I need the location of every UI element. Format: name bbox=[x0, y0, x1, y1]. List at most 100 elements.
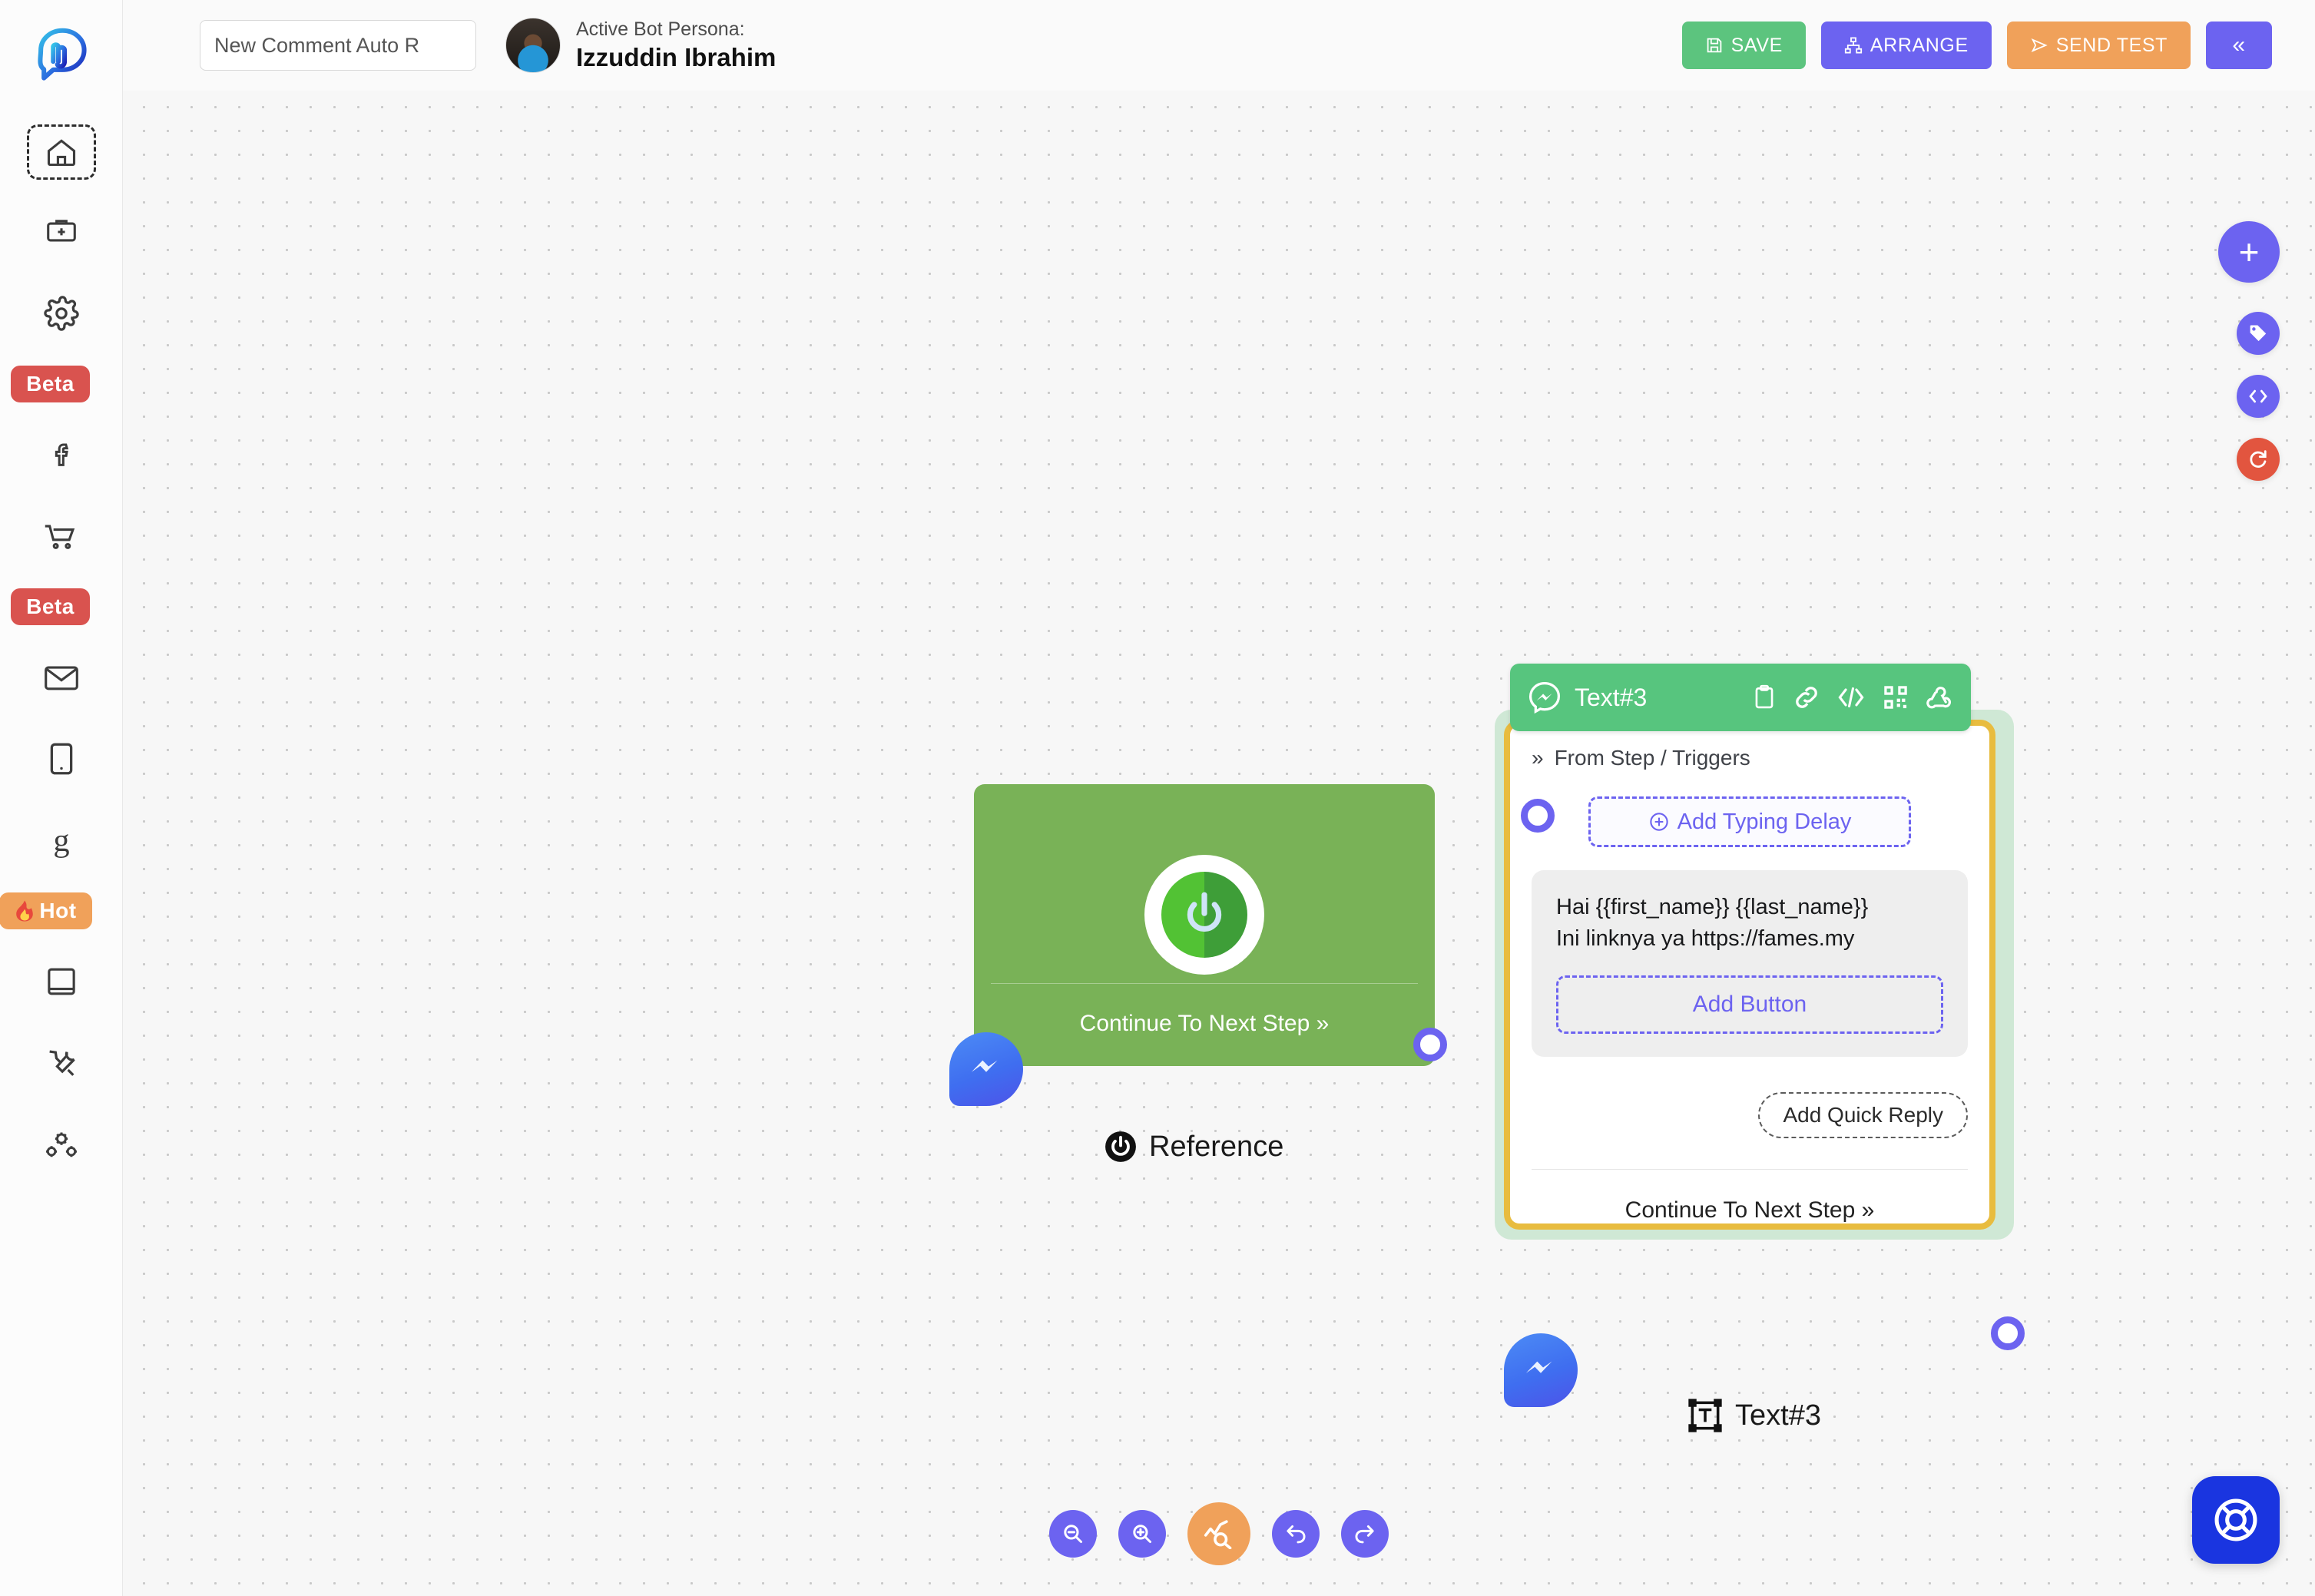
sidebar-item-tools[interactable] bbox=[25, 1034, 98, 1092]
send-icon bbox=[2031, 38, 2048, 52]
edge-layer bbox=[123, 91, 353, 206]
tag-icon bbox=[2250, 325, 2267, 342]
message-line-2: Ini linknya ya https://fames.my bbox=[1556, 926, 1855, 952]
send-test-button-label: SEND TEST bbox=[2055, 34, 2168, 56]
redo-button[interactable] bbox=[1341, 1510, 1389, 1558]
add-typing-delay-label: Add Typing Delay bbox=[1677, 809, 1852, 834]
add-step-button[interactable]: + bbox=[2218, 221, 2280, 283]
text3-caption-label: Text#3 bbox=[1735, 1399, 1821, 1432]
badge-beta-email: Beta bbox=[11, 588, 90, 625]
from-step-label: From Step / Triggers bbox=[1554, 746, 1750, 770]
persona-name: Izzuddin Ibrahim bbox=[576, 42, 777, 71]
node-text3-card: » From Step / Triggers Add Typing Delay … bbox=[1504, 720, 1995, 1230]
messenger-bolt-icon bbox=[1525, 1361, 1552, 1373]
messenger-icon bbox=[1528, 681, 1561, 714]
flow-canvas[interactable]: Continue To Next Step » Reference Text#3… bbox=[123, 91, 2315, 1596]
sidebar-item-google[interactable]: g bbox=[25, 811, 98, 869]
sidebar-item-book[interactable] bbox=[25, 952, 98, 1011]
sidebar-item-toolbox[interactable] bbox=[25, 203, 98, 261]
refresh-icon bbox=[2250, 450, 2267, 468]
collapse-panel-button[interactable]: « bbox=[2206, 22, 2272, 69]
power-button-icon bbox=[1144, 855, 1264, 975]
chevron-right-icon: » bbox=[1316, 1011, 1330, 1036]
add-quick-reply-button[interactable]: Add Quick Reply bbox=[1758, 1091, 1968, 1139]
json-code-button[interactable] bbox=[2237, 375, 2280, 418]
clipboard-icon[interactable] bbox=[1751, 684, 1777, 710]
double-chevron-left-icon: « bbox=[2232, 32, 2246, 58]
facebook-icon bbox=[55, 443, 68, 466]
home-icon bbox=[47, 139, 75, 167]
book-icon bbox=[47, 968, 75, 995]
undo-button[interactable] bbox=[1272, 1510, 1320, 1558]
node-reference[interactable]: Continue To Next Step » bbox=[974, 784, 1435, 1066]
sidebar-item-home[interactable] bbox=[26, 124, 96, 180]
save-button[interactable]: SAVE bbox=[1681, 22, 1806, 69]
message-bubble[interactable]: Hai {{first_name}} {{last_name}} Ini lin… bbox=[1532, 870, 1968, 1057]
undo-icon bbox=[1287, 1525, 1306, 1544]
sidebar-item-sms[interactable] bbox=[25, 730, 98, 788]
add-button-label: Add Button bbox=[1692, 991, 1807, 1017]
magnifier-minus-icon bbox=[1064, 1525, 1082, 1543]
chevron-right-icon: » bbox=[1532, 746, 1544, 770]
text3-continue-to-next-step[interactable]: Continue To Next Step » bbox=[1532, 1197, 1968, 1223]
persona-label: Active Bot Persona: bbox=[576, 18, 745, 40]
arrange-button[interactable]: ARRANGE bbox=[1820, 22, 1992, 69]
messenger-bolt-icon bbox=[971, 1060, 998, 1072]
plus-circle-icon bbox=[1649, 813, 1668, 831]
zoom-out-button[interactable] bbox=[1049, 1510, 1097, 1558]
tags-button[interactable] bbox=[2237, 312, 2280, 355]
tools-icon bbox=[48, 1050, 75, 1076]
node-text3[interactable]: Text#3 » From Step / Triggers Add Typing… bbox=[1495, 664, 2017, 1240]
link-icon[interactable] bbox=[1793, 684, 1820, 711]
shopping-cart-icon bbox=[45, 525, 75, 549]
sidebar-item-settings[interactable] bbox=[25, 284, 98, 343]
send-test-button[interactable]: SEND TEST bbox=[2006, 22, 2191, 69]
node-caption-reference: Reference bbox=[1103, 1129, 1283, 1164]
sidebar-item-ecommerce[interactable] bbox=[25, 507, 98, 565]
topbar-actions: SAVE ARRANGE SEND TEST « bbox=[1681, 22, 2272, 69]
support-widget-button[interactable] bbox=[2192, 1476, 2280, 1564]
input-port-text3[interactable] bbox=[1521, 799, 1555, 833]
power-icon bbox=[1105, 1131, 1136, 1162]
add-typing-delay-button[interactable]: Add Typing Delay bbox=[1588, 796, 1911, 848]
from-step-triggers[interactable]: » From Step / Triggers bbox=[1532, 746, 1968, 770]
flow-name-input[interactable] bbox=[200, 20, 476, 71]
sidebar-item-facebook[interactable] bbox=[25, 425, 98, 484]
briefcase-plus-icon bbox=[46, 220, 76, 242]
cogs-icon bbox=[45, 1132, 77, 1157]
google-icon: g bbox=[53, 823, 69, 858]
sidebar-item-email[interactable] bbox=[25, 648, 98, 707]
webhook-icon[interactable] bbox=[1925, 684, 1954, 711]
node-text3-header[interactable]: Text#3 bbox=[1510, 664, 1971, 731]
reset-flow-button[interactable] bbox=[2237, 438, 2280, 481]
chatbot-bubble-logo-icon bbox=[37, 28, 87, 81]
badge-beta-facebook: Beta bbox=[11, 366, 90, 402]
canvas-bottom-toolbar bbox=[1049, 1502, 1389, 1565]
reference-caption-label: Reference bbox=[1149, 1130, 1284, 1163]
text-box-icon bbox=[1688, 1399, 1722, 1432]
sidebar-item-advanced[interactable] bbox=[25, 1115, 98, 1174]
code-icon[interactable] bbox=[1836, 684, 1866, 711]
floppy-disk-icon bbox=[1707, 38, 1721, 53]
add-button-button[interactable]: Add Button bbox=[1556, 975, 1943, 1034]
brand-logo[interactable] bbox=[25, 18, 98, 92]
avatar bbox=[505, 17, 561, 73]
output-port-reference[interactable] bbox=[1413, 1028, 1447, 1061]
zoom-in-button[interactable] bbox=[1118, 1510, 1166, 1558]
redo-icon bbox=[1355, 1525, 1374, 1544]
badge-beta-label-2: Beta bbox=[26, 594, 75, 618]
text3-continue-label: Continue To Next Step bbox=[1624, 1197, 1856, 1223]
badge-hot-label: Hot bbox=[39, 899, 77, 922]
qr-code-icon[interactable] bbox=[1882, 684, 1909, 711]
node-text3-header-icons bbox=[1751, 684, 1954, 711]
envelope-icon bbox=[44, 666, 78, 690]
left-sidebar: Beta Beta g Hot bbox=[0, 0, 123, 1596]
plus-icon: + bbox=[2238, 232, 2260, 272]
node-caption-text3: Text#3 bbox=[1686, 1396, 1821, 1435]
badge-hot: Hot bbox=[0, 892, 92, 929]
fit-to-view-button[interactable] bbox=[1187, 1502, 1250, 1565]
reference-continue-to-next-step[interactable]: Continue To Next Step » bbox=[974, 1011, 1435, 1037]
code-icon bbox=[2249, 389, 2267, 403]
message-line-1: Hai {{first_name}} {{last_name}} bbox=[1556, 895, 1869, 920]
output-port-text3[interactable] bbox=[1991, 1316, 2025, 1350]
